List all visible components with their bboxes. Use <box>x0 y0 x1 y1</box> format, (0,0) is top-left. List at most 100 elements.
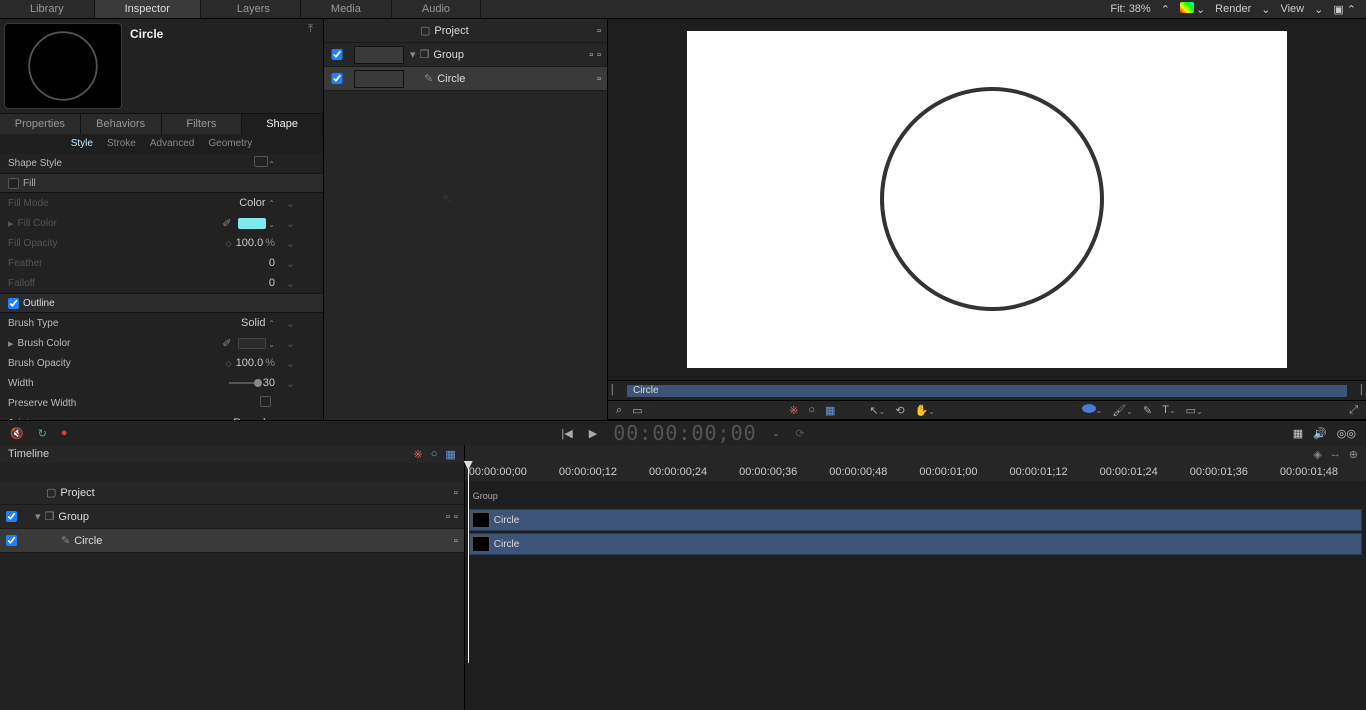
preserve-width-checkbox[interactable] <box>260 396 271 407</box>
layer-row-group[interactable]: ▾ Group ▫ <box>324 43 607 67</box>
fill-color-caret-icon[interactable]: ⌄ <box>268 220 275 229</box>
tab-media[interactable]: Media <box>301 0 392 18</box>
width-slider[interactable] <box>229 382 259 384</box>
layer-circle-visible[interactable] <box>330 73 344 84</box>
lock-icon[interactable] <box>597 73 601 85</box>
lock-icon[interactable] <box>454 511 458 523</box>
width-value[interactable]: 30 <box>263 377 275 389</box>
pin-icon[interactable]: ⤒ <box>308 23 313 36</box>
timeline-ruler[interactable]: 00:00:00;00 00:00:00;12 00:00:00;24 00:0… <box>465 463 1366 481</box>
canvas-viewport[interactable] <box>608 19 1366 380</box>
go-to-start-icon[interactable]: |◀ <box>561 427 572 440</box>
eyedropper-icon[interactable]: ✐ <box>222 338 231 350</box>
brush-opacity-value[interactable]: 100.0 <box>236 357 264 369</box>
mini-end-icon[interactable]: ⎹ <box>1351 384 1362 397</box>
timeline-clip[interactable]: Circle <box>469 533 1362 555</box>
brush-color-caret-icon[interactable]: ⌄ <box>268 340 275 349</box>
paint-tool-icon[interactable]: 🖌⌄ <box>1112 404 1133 417</box>
timecode-caret-icon[interactable]: ⌄ <box>773 429 780 438</box>
tl-filters-icon[interactable]: ○ <box>431 448 438 461</box>
fit-percent[interactable]: Fit: 38% <box>1110 3 1150 15</box>
keyframe-icon[interactable]: ◇ <box>226 359 232 368</box>
brush-color-swatch[interactable] <box>238 338 266 349</box>
tl-row-circle[interactable]: Circle <box>0 529 464 553</box>
search-icon[interactable]: ⌕ <box>616 404 622 417</box>
shape-style-caret-icon[interactable]: ⌃ <box>268 160 275 169</box>
layer-group-visible[interactable] <box>330 49 344 60</box>
tl-row-project[interactable]: Project <box>0 481 464 505</box>
hud-icon[interactable]: ◎◎ <box>1337 427 1356 440</box>
tab-library[interactable]: Library <box>0 0 95 18</box>
select-tool-icon[interactable]: ↖⌄ <box>869 404 885 417</box>
lock-icon[interactable] <box>597 25 601 37</box>
shape-style-preset[interactable] <box>254 156 268 167</box>
disclosure-down-icon[interactable]: ▾ <box>35 510 41 523</box>
lock-icon[interactable] <box>454 535 458 547</box>
canvas[interactable] <box>687 31 1287 368</box>
loop-icon[interactable]: ↻ <box>38 427 47 440</box>
pen-tool-icon[interactable]: ✎ <box>1143 404 1152 417</box>
view-menu[interactable]: View <box>1280 3 1304 15</box>
fill-color-swatch[interactable] <box>238 218 266 229</box>
behaviors-tool-icon[interactable]: ※ <box>789 404 798 417</box>
keyframe-icon[interactable]: ◇ <box>226 239 232 248</box>
shape-tool-icon[interactable]: ⌄ <box>1082 404 1103 416</box>
timeline-clip[interactable]: Circle <box>469 509 1362 531</box>
subtab-stroke[interactable]: Stroke <box>107 138 136 149</box>
tl-circle-visible[interactable] <box>6 535 17 546</box>
tl-row-group[interactable]: ▾ Group ▫ <box>0 505 464 529</box>
transform-tool-icon[interactable]: ⟲ <box>895 404 904 417</box>
audio-icon[interactable]: 🔊 <box>1313 427 1327 440</box>
eyedropper-icon[interactable]: ✐ <box>222 218 231 230</box>
circle-shape[interactable] <box>882 89 1102 309</box>
tab-layers[interactable]: Layers <box>207 0 301 18</box>
fit-caret-icon[interactable]: ⌃ <box>1161 3 1170 16</box>
expand-icon[interactable]: ⤢ <box>1349 404 1358 417</box>
tab-properties[interactable]: Properties <box>0 114 81 134</box>
record-icon[interactable]: ● <box>61 427 68 440</box>
tl-masks-icon[interactable]: ▦ <box>445 448 455 461</box>
fill-checkbox[interactable] <box>8 178 19 189</box>
fill-mode-value[interactable]: Color <box>239 197 265 209</box>
hand-tool-icon[interactable]: ✋⌄ <box>915 404 935 417</box>
feather-value[interactable]: 0 <box>269 257 275 269</box>
disclosure-down-icon[interactable]: ▾ <box>410 48 416 61</box>
link-icon[interactable]: ▫ <box>589 49 593 61</box>
mask-tool-icon[interactable]: ▭⌄ <box>1186 404 1203 417</box>
layout-icon[interactable]: ▣ ⌃ <box>1333 3 1356 16</box>
tl-behaviors-icon[interactable]: ※ <box>413 448 422 461</box>
render-menu[interactable]: Render <box>1215 3 1251 15</box>
mini-timeline-clip[interactable]: Circle <box>627 385 1347 397</box>
mini-start-icon[interactable]: ⎸ <box>612 384 623 397</box>
disclosure-icon[interactable]: ▸ <box>8 337 14 350</box>
fill-opacity-value[interactable]: 100.0 <box>236 237 264 249</box>
generators-tool-icon[interactable]: ▦ <box>825 404 835 417</box>
filter-icon[interactable]: ▭ <box>632 404 642 417</box>
link-icon[interactable]: ▫ <box>446 511 450 523</box>
lock-icon[interactable] <box>597 49 601 61</box>
mute-icon[interactable]: 🔇 <box>10 427 24 440</box>
playhead[interactable] <box>468 463 469 663</box>
falloff-value[interactable]: 0 <box>269 277 275 289</box>
lock-icon[interactable] <box>454 487 458 499</box>
color-channels[interactable]: ⌄ <box>1180 2 1205 16</box>
play-icon[interactable]: ▶ <box>589 427 597 440</box>
text-tool-icon[interactable]: T⌄ <box>1162 404 1175 416</box>
layer-row-circle[interactable]: Circle <box>324 67 607 91</box>
zoom-in-icon[interactable]: ⊕ <box>1349 448 1358 461</box>
layer-row-project[interactable]: Project <box>324 19 607 43</box>
keyframe-editor-icon[interactable]: ▦ <box>1293 427 1303 440</box>
zoom-fit-icon[interactable]: ↔ <box>1330 448 1341 460</box>
tab-inspector[interactable]: Inspector <box>95 0 201 18</box>
tab-filters[interactable]: Filters <box>162 114 243 134</box>
tab-audio[interactable]: Audio <box>392 0 481 18</box>
disclosure-icon[interactable]: ▸ <box>8 217 14 230</box>
subtab-style[interactable]: Style <box>71 138 93 149</box>
outline-checkbox[interactable] <box>8 298 19 309</box>
tab-shape[interactable]: Shape <box>242 114 323 134</box>
go-to-end-icon[interactable]: ⟳ <box>795 427 804 440</box>
brush-type-value[interactable]: Solid <box>241 317 265 329</box>
joint-value[interactable]: Round <box>233 417 265 420</box>
filters-tool-icon[interactable]: ○ <box>808 404 815 416</box>
timecode-display[interactable]: 00:00:00;00 <box>613 421 756 445</box>
